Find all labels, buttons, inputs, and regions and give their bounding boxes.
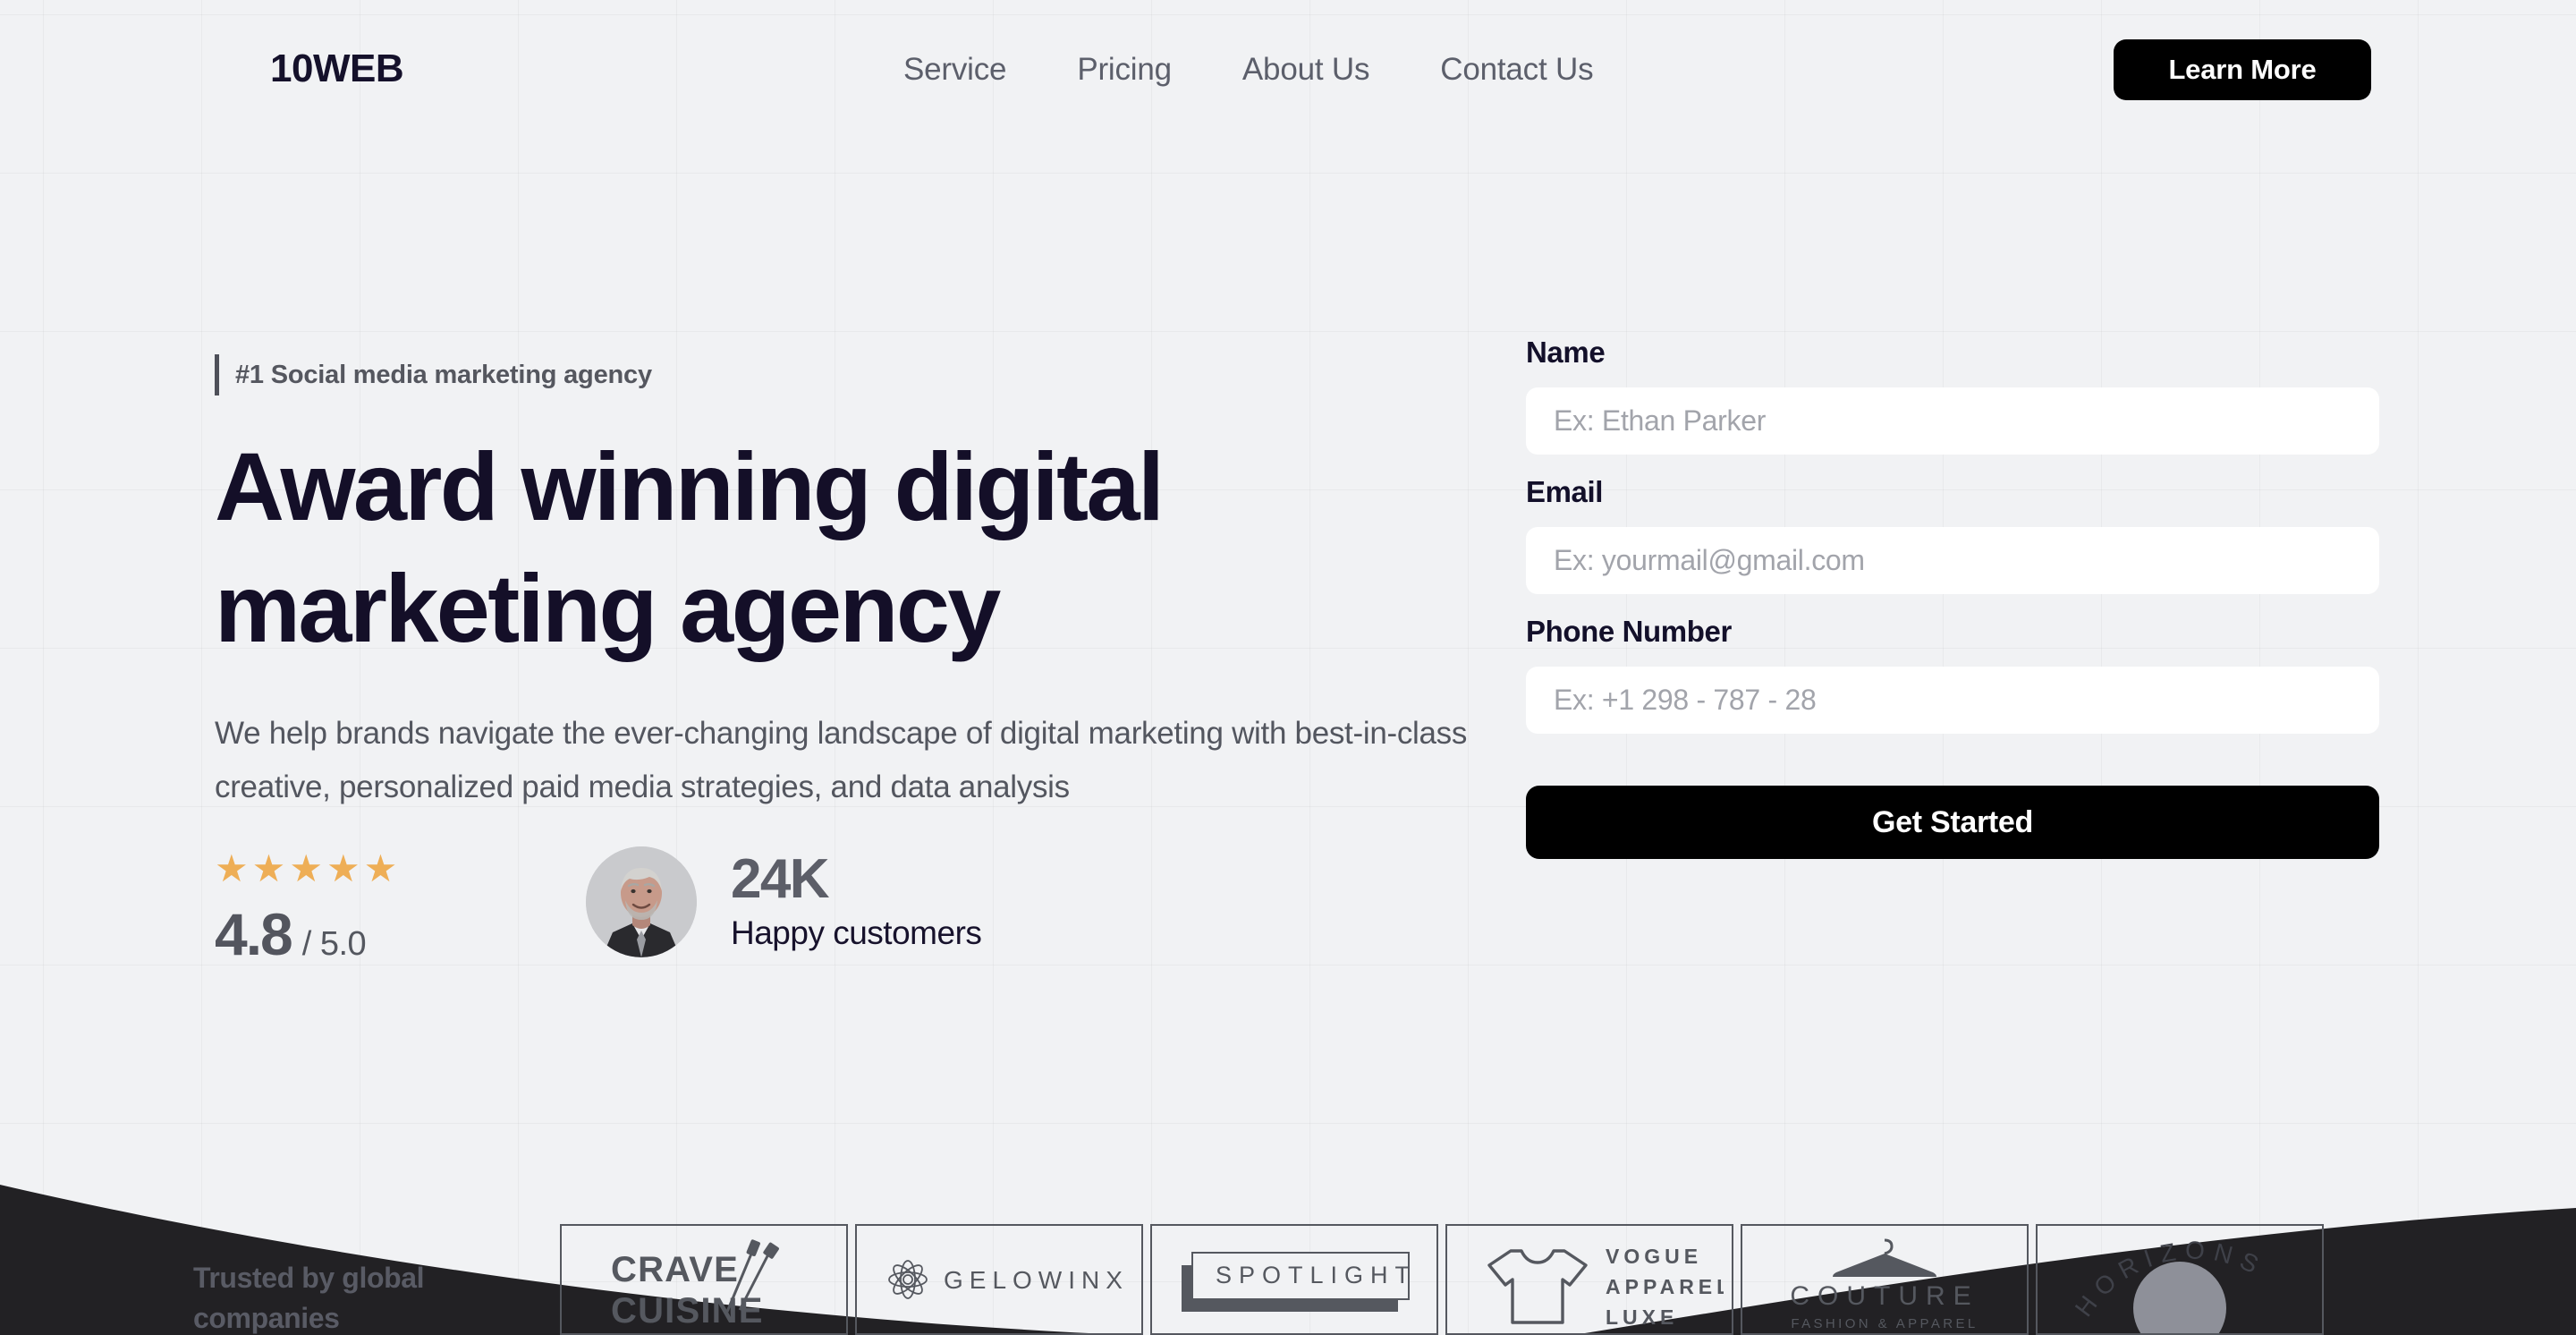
logo-card-vogue-apparel-luxe: VOGUE APPAREL LUXE — [1445, 1224, 1733, 1335]
flower-mandala-icon — [888, 1260, 928, 1299]
rating-stars: ★ ★ ★ ★ ★ — [215, 850, 510, 888]
phone-input[interactable] — [1526, 667, 2379, 734]
hero-stats: ★ ★ ★ ★ ★ 4.8 / 5.0 24K Happy customers — [215, 841, 982, 968]
email-field-group: Email — [1526, 475, 2379, 594]
spotlight-label: SPOTLIGHT — [1216, 1262, 1417, 1288]
landing-page: 10WEB Service Pricing About Us Contact U… — [0, 0, 2576, 1335]
couture-tagline: FASHION & APPAREL — [1791, 1316, 1978, 1331]
nav-link-about-us[interactable]: About Us — [1242, 52, 1370, 88]
vogue-line1: VOGUE — [1606, 1245, 1702, 1268]
rating-value: 4.8 — [215, 901, 293, 967]
learn-more-button[interactable]: Learn More — [2114, 39, 2371, 100]
signup-form: Name Email Phone Number Get Started — [1526, 336, 2379, 859]
name-field-group: Name — [1526, 336, 2379, 455]
brand-logo[interactable]: 10WEB — [270, 47, 404, 91]
logo-card-horizons: HORIZONS — [2036, 1224, 2324, 1335]
star-icon: ★ — [363, 847, 398, 889]
site-header: 10WEB Service Pricing About Us Contact U… — [0, 0, 2576, 152]
couture-label: COUTURE — [1790, 1281, 1979, 1311]
hero-subtitle: We help brands navigate the ever-changin… — [215, 716, 1468, 805]
hero-eyebrow-text: #1 Social media marketing agency — [235, 360, 652, 389]
rating-max: / 5.0 — [301, 925, 367, 963]
client-logo-cards: CRAVE CUISINE GELOWINX SPOTLIGHT VOGUE A… — [560, 1224, 2324, 1335]
primary-nav: Service Pricing About Us Contact Us — [903, 52, 1594, 88]
rating-line: 4.8 / 5.0 — [215, 900, 510, 968]
avatar — [586, 846, 697, 957]
phone-field-label: Phone Number — [1526, 615, 1732, 648]
star-icon: ★ — [251, 847, 286, 889]
nav-link-service[interactable]: Service — [903, 52, 1007, 88]
name-input[interactable] — [1526, 387, 2379, 455]
star-icon: ★ — [215, 847, 249, 889]
nav-link-pricing[interactable]: Pricing — [1077, 52, 1172, 88]
gelowinx-label: GELOWINX — [944, 1266, 1129, 1294]
logo-card-spotlight: SPOTLIGHT — [1150, 1224, 1438, 1335]
customers-label: Happy customers — [731, 914, 982, 951]
logo-card-gelowinx: GELOWINX — [855, 1224, 1143, 1335]
page-title: Award winning digital marketing agency — [215, 432, 1165, 663]
phone-field-group: Phone Number — [1526, 615, 2379, 734]
star-icon: ★ — [289, 847, 323, 889]
email-input[interactable] — [1526, 527, 2379, 594]
nav-link-contact-us[interactable]: Contact Us — [1440, 52, 1593, 88]
hero-eyebrow: #1 Social media marketing agency — [215, 354, 1494, 395]
logo-card-couture: COUTURE FASHION & APPAREL — [1741, 1224, 2029, 1335]
tshirt-icon — [1487, 1249, 1588, 1324]
crave-line2: CUISINE — [611, 1291, 764, 1331]
vogue-line2: APPAREL — [1606, 1275, 1724, 1298]
customers-block: 24K Happy customers — [586, 841, 982, 957]
logo-card-crave-cuisine: CRAVE CUISINE — [560, 1224, 848, 1335]
rating-block: ★ ★ ★ ★ ★ 4.8 / 5.0 — [215, 841, 510, 968]
star-icon: ★ — [326, 847, 360, 889]
eyebrow-accent-bar — [215, 354, 219, 395]
email-field-label: Email — [1526, 475, 1604, 508]
customers-count: 24K — [731, 848, 830, 910]
hanger-icon — [1833, 1238, 1936, 1277]
name-field-label: Name — [1526, 336, 1606, 369]
get-started-button[interactable]: Get Started — [1526, 786, 2379, 859]
trusted-heading: Trusted by global companies — [193, 1262, 425, 1335]
hero-copy: #1 Social media marketing agency Award w… — [215, 354, 1494, 815]
crave-line1: CRAVE — [611, 1250, 739, 1289]
vogue-line3: LUXE — [1606, 1305, 1678, 1329]
customers-text: 24K Happy customers — [731, 848, 982, 952]
